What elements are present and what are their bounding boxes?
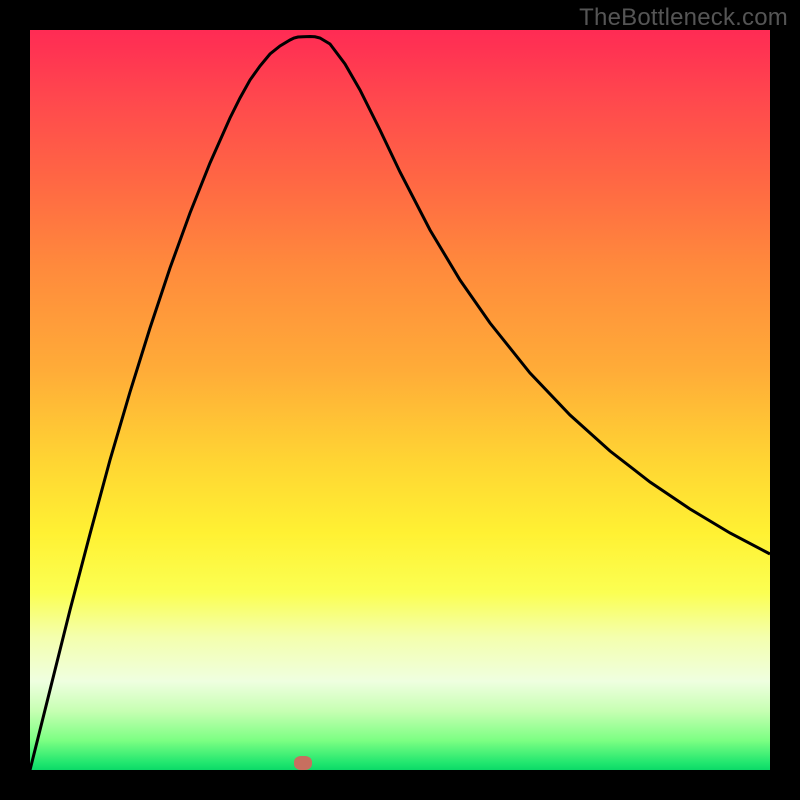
plot-area <box>30 30 770 770</box>
chart-frame: TheBottleneck.com <box>0 0 800 800</box>
curve-svg <box>30 30 770 770</box>
min-point-marker <box>294 756 312 770</box>
watermark-text: TheBottleneck.com <box>579 4 788 32</box>
curve-line <box>30 37 770 771</box>
